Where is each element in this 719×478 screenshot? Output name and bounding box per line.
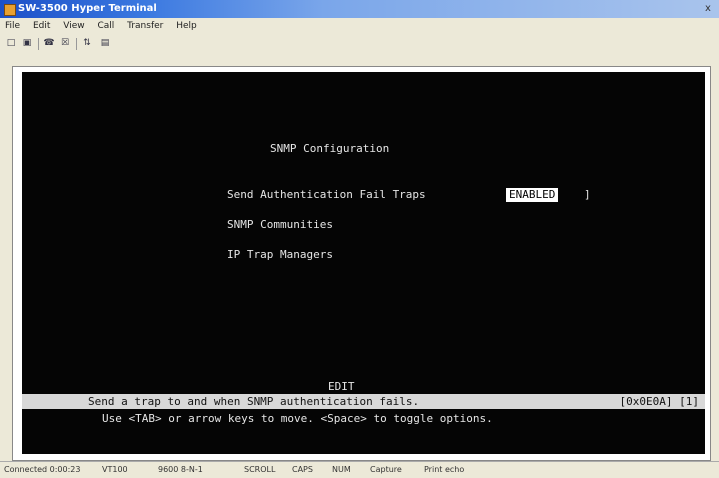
auth-trap-label: Send Authentication Fail Traps bbox=[227, 188, 426, 201]
properties-icon[interactable]: ▤ bbox=[98, 36, 112, 50]
menu-call[interactable]: Call bbox=[92, 19, 119, 33]
help-line: Use <TAB> or arrow keys to move. <Space>… bbox=[102, 412, 493, 425]
status-bar: Connected 0:00:23 VT100 9600 8-N-1 SCROL… bbox=[0, 461, 719, 478]
app-icon bbox=[4, 4, 16, 16]
app-window: SW-3500 Hyper Terminal x File Edit View … bbox=[0, 0, 719, 478]
auth-trap-field[interactable]: ENABLED bbox=[506, 188, 559, 202]
menu-view[interactable]: View bbox=[58, 19, 89, 33]
new-icon[interactable]: □ bbox=[4, 36, 18, 50]
window-title: SW-3500 Hyper Terminal bbox=[18, 3, 157, 14]
status-scroll: SCROLL bbox=[244, 465, 276, 474]
toolbar-separator bbox=[76, 38, 77, 50]
mode-indicator: EDIT bbox=[328, 380, 355, 393]
status-settings: 9600 8-N-1 bbox=[158, 465, 203, 474]
status-num: NUM bbox=[332, 465, 351, 474]
disconnect-icon[interactable]: ☒ bbox=[58, 36, 72, 50]
title-bar[interactable]: SW-3500 Hyper Terminal x bbox=[0, 0, 719, 18]
toolbar: □ ▣ ☎ ☒ ⇅ ▤ bbox=[0, 35, 719, 53]
screen-title: SNMP Configuration bbox=[270, 142, 390, 155]
toolbar-separator bbox=[38, 38, 39, 50]
menu-file[interactable]: File bbox=[0, 19, 25, 33]
terminal-screen[interactable]: SNMP Configuration Send Authentication F… bbox=[22, 72, 705, 454]
menu-transfer[interactable]: Transfer bbox=[122, 19, 168, 33]
ip-trap-managers-item[interactable]: IP Trap Managers bbox=[227, 248, 333, 261]
send-icon[interactable]: ⇅ bbox=[80, 36, 94, 50]
terminal-status-line: Send a trap to and when SNMP authenticat… bbox=[22, 394, 705, 409]
menu-edit[interactable]: Edit bbox=[28, 19, 55, 33]
status-capture: Capture bbox=[370, 465, 402, 474]
status-caps: CAPS bbox=[292, 465, 313, 474]
status-position: [0x0E0A] [1] bbox=[619, 395, 699, 408]
connect-icon[interactable]: ☎ bbox=[42, 36, 56, 50]
auth-trap-bracket: ] bbox=[584, 188, 591, 201]
status-connected: Connected 0:00:23 bbox=[4, 465, 81, 474]
open-icon[interactable]: ▣ bbox=[20, 36, 34, 50]
snmp-communities-item[interactable]: SNMP Communities bbox=[227, 218, 333, 231]
menu-help[interactable]: Help bbox=[171, 19, 202, 33]
menu-bar: File Edit View Call Transfer Help bbox=[0, 19, 719, 33]
status-print-echo: Print echo bbox=[424, 465, 465, 474]
status-message: Send a trap to and when SNMP authenticat… bbox=[88, 395, 420, 408]
close-button[interactable]: x bbox=[701, 2, 715, 15]
status-emulation: VT100 bbox=[102, 465, 128, 474]
